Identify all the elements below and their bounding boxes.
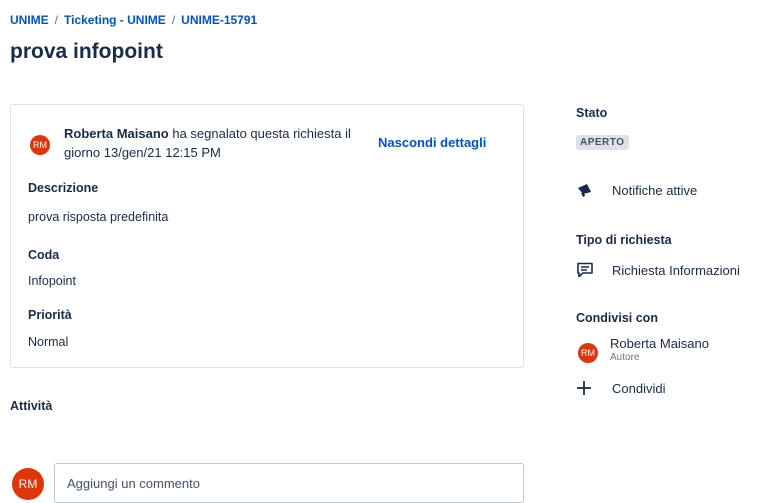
field-value-queue: Infopoint [28, 274, 76, 288]
megaphone-icon [576, 181, 598, 199]
request-details-card: RM Roberta Maisano ha segnalato questa r… [10, 104, 524, 368]
shared-user-role: Autore [610, 352, 640, 363]
reporter-info: Roberta Maisano ha segnalato questa rich… [64, 124, 354, 162]
field-label-queue: Coda [28, 248, 60, 262]
breadcrumb-link-unime[interactable]: UNIME [10, 13, 49, 27]
field-value-description: prova risposta predefinita [28, 210, 169, 224]
breadcrumb-separator: / [54, 13, 59, 27]
comment-input[interactable] [54, 463, 524, 503]
breadcrumb-separator: / [171, 13, 176, 27]
status-badge: APERTO [576, 135, 629, 150]
request-type-value: Richiesta Informazioni [612, 262, 740, 278]
shared-with-label: Condivisi con [576, 311, 658, 325]
activity-title: Attività [10, 399, 53, 413]
request-type-label: Tipo di richiesta [576, 233, 672, 247]
shared-user-name: Roberta Maisano [610, 336, 709, 351]
status-label: Stato [576, 106, 608, 120]
breadcrumb-link-ticketing[interactable]: Ticketing - UNIME [64, 13, 166, 27]
shared-user-avatar: RM [578, 343, 598, 363]
current-user-avatar: RM [12, 468, 44, 500]
field-label-priority: Priorità [28, 308, 72, 322]
plus-icon [576, 379, 598, 397]
request-type-row: Richiesta Informazioni [576, 261, 740, 279]
chat-icon [576, 261, 598, 279]
page-title: prova infopoint [10, 40, 163, 63]
field-value-priority: Normal [28, 335, 69, 349]
notifications-label: Notifiche attive [612, 182, 698, 198]
hide-details-link[interactable]: Nascondi dettagli [378, 135, 486, 150]
reporter-avatar: RM [30, 135, 50, 155]
notifications-toggle[interactable]: Notifiche attive [576, 181, 697, 199]
reporter-name: Roberta Maisano [64, 126, 169, 141]
breadcrumb-link-issue[interactable]: UNIME-15791 [181, 13, 257, 27]
field-label-description: Descrizione [28, 181, 99, 195]
breadcrumb: UNIME / Ticketing - UNIME / UNIME-15791 [10, 13, 257, 27]
shared-user: RM Roberta Maisano Autore [578, 336, 709, 364]
share-label: Condividi [612, 380, 666, 396]
share-button[interactable]: Condividi [576, 379, 665, 397]
